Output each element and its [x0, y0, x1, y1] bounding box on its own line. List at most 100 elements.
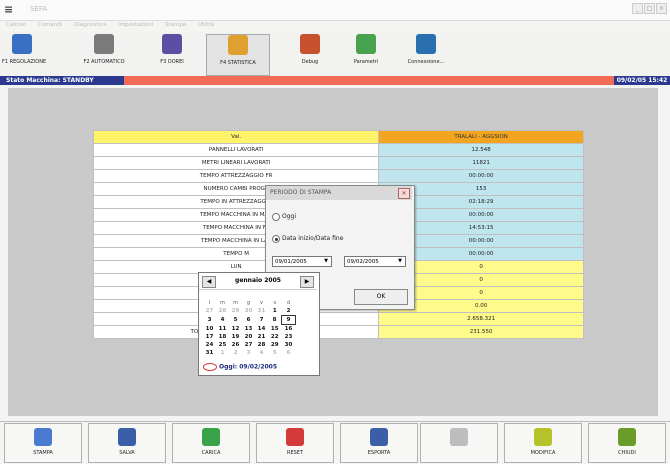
calendar-day[interactable]: 26 [229, 341, 242, 349]
bottom-button-blank[interactable] [420, 423, 498, 463]
calendar-day[interactable]: 24 [203, 341, 216, 349]
calendar-day[interactable]: 15 [268, 325, 282, 334]
calendar-day[interactable]: 3 [242, 349, 255, 357]
bottom-button-reset[interactable]: RESET [256, 423, 334, 463]
calendar-day[interactable]: 27 [242, 341, 255, 349]
toolbar-button-dorei[interactable]: F3 DOREI [150, 34, 194, 74]
toolbar-button-debug[interactable]: Debug [288, 34, 332, 74]
table-header-value: TRALALI - AGGSION [378, 130, 584, 144]
calendar-day[interactable]: 1 [216, 349, 229, 357]
calendar-day[interactable]: 5 [268, 349, 282, 357]
calendar-day[interactable]: 19 [229, 333, 242, 341]
calendar-day[interactable]: 13 [242, 325, 255, 334]
calendar-day[interactable]: 25 [216, 341, 229, 349]
row-label: METRI LINEARI LAVORATI [92, 156, 380, 170]
dialog-close-button[interactable]: ✕ [398, 188, 410, 199]
toolbar-button-parametri[interactable]: Parametri [344, 34, 388, 74]
calendar-day[interactable]: 7 [255, 316, 268, 325]
radio-range[interactable] [272, 235, 280, 243]
chevron-down-icon[interactable]: ▼ [322, 258, 330, 265]
calendar-day[interactable]: 5 [229, 316, 242, 325]
bottom-bar: STAMPA SALVA CARICA RESET ESPORTA MODIFI… [0, 421, 670, 464]
statistica-icon [228, 35, 248, 55]
bottom-button-esporta[interactable]: ESPORTA [340, 423, 418, 463]
window-title: SEFA [30, 5, 48, 13]
calendar-today[interactable]: Oggi: 09/02/2005 [203, 363, 277, 371]
menu-bar: Calcolo Comandi Diagnostica Impostazioni… [0, 22, 670, 32]
calendar-day[interactable]: 29 [229, 307, 242, 316]
calendar-day[interactable]: 22 [268, 333, 282, 341]
calendar-day[interactable]: 30 [282, 341, 296, 349]
calendar-day[interactable]: 9 [281, 315, 296, 325]
calendar-day[interactable]: 27 [203, 307, 216, 316]
toolbar-button-connessione[interactable]: Connessione... [398, 34, 454, 74]
menu-item[interactable]: Impostazioni [118, 22, 153, 28]
row-label: TEMPO ATTREZZAGGIO FR [92, 169, 380, 183]
weekday-label: d [286, 300, 291, 306]
calendar-day[interactable]: 6 [242, 316, 255, 325]
weekday-label: m [233, 300, 238, 306]
calendar-day[interactable]: 16 [282, 325, 296, 334]
row-value: 2.658.321 [378, 312, 584, 326]
close-button[interactable]: × [656, 3, 667, 14]
calendar-day[interactable]: 6 [282, 349, 296, 357]
print-icon [34, 428, 52, 446]
calendar-day[interactable]: 14 [255, 325, 268, 334]
calendar-grid: l m m g v s d 27 28 29 30 31 1 2 3 4 5 6 7 8 9 10 11 12 13 14 15 16… [203, 299, 296, 357]
calendar-day[interactable]: 17 [203, 333, 216, 341]
calendar-day[interactable]: 3 [203, 316, 216, 325]
bottom-button-salva[interactable]: SALVA [88, 423, 166, 463]
calendar-day[interactable]: 28 [255, 341, 268, 349]
table-header-label: Val. [92, 130, 380, 144]
calendar-day[interactable]: 28 [216, 307, 229, 316]
menu-item[interactable]: Utilità [198, 22, 214, 28]
next-month-button[interactable]: ▶ [300, 276, 314, 288]
weekday-label: g [246, 300, 251, 306]
chevron-down-icon[interactable]: ▼ [396, 258, 404, 265]
bottom-button-carica[interactable]: CARICA [172, 423, 250, 463]
toolbar-button-statistica[interactable]: F4 STATISTICA [206, 34, 270, 76]
prev-month-button[interactable]: ◀ [202, 276, 216, 288]
calendar-day[interactable]: 1 [268, 307, 282, 316]
bottom-button-modifica[interactable]: MODIFICA [504, 423, 582, 463]
calendar-day[interactable]: 12 [229, 325, 242, 334]
weekday-label: v [260, 300, 263, 306]
calendar-day[interactable]: 30 [242, 307, 255, 316]
status-bar: Stato Macchina: STANDBY 09/02/05 15:42 [0, 76, 670, 85]
radio-today[interactable] [272, 213, 280, 221]
date-to-field[interactable]: 09/02/2005 ▼ [344, 256, 406, 267]
calendar-day[interactable]: 31 [255, 307, 268, 316]
date-from-field[interactable]: 09/01/2005 ▼ [272, 256, 332, 267]
menu-item[interactable]: Comandi [38, 22, 62, 28]
toolbar-button-regolazione[interactable]: F1 REGOLAZIONE [2, 34, 46, 74]
calendar-day[interactable]: 31 [203, 349, 216, 357]
parametri-icon [356, 34, 376, 54]
bottom-button-stampa[interactable]: STAMPA [4, 423, 82, 463]
calendar-day[interactable]: 4 [216, 316, 229, 325]
calendar-week: 27 28 29 30 31 1 2 [203, 307, 296, 316]
bottom-button-chiudi[interactable]: CHIUDI [588, 423, 666, 463]
row-value: 11821 [378, 156, 584, 170]
menu-item[interactable]: Stampa [165, 22, 186, 28]
minimize-button[interactable]: _ [632, 3, 643, 14]
calendar-day[interactable]: 29 [268, 341, 282, 349]
radio-range-label: Data inizio/Data fine [282, 235, 344, 242]
calendar-day[interactable]: 4 [255, 349, 268, 357]
calendar-week: 24 25 26 27 28 29 30 [203, 341, 296, 349]
calendar-month: gennaio 2005 [235, 277, 281, 284]
calendar-day[interactable]: 10 [203, 325, 216, 334]
calendar-day[interactable]: 21 [255, 333, 268, 341]
calendar-day[interactable]: 18 [216, 333, 229, 341]
menu-item[interactable]: Calcolo [6, 22, 26, 28]
calendar-day[interactable]: 20 [242, 333, 255, 341]
toolbar-button-automatico[interactable]: F2 AUTOMATICO [82, 34, 126, 74]
calendar-day[interactable]: 8 [268, 316, 282, 325]
ok-button[interactable]: OK [354, 289, 408, 305]
weekday-label: m [220, 300, 225, 306]
menu-item[interactable]: Diagnostica [74, 22, 106, 28]
calendar-day[interactable]: 11 [216, 325, 229, 334]
maximize-button[interactable]: □ [644, 3, 655, 14]
calendar-day[interactable]: 2 [229, 349, 242, 357]
calendar-day[interactable]: 23 [282, 333, 296, 341]
calendar-day[interactable]: 2 [282, 307, 296, 316]
